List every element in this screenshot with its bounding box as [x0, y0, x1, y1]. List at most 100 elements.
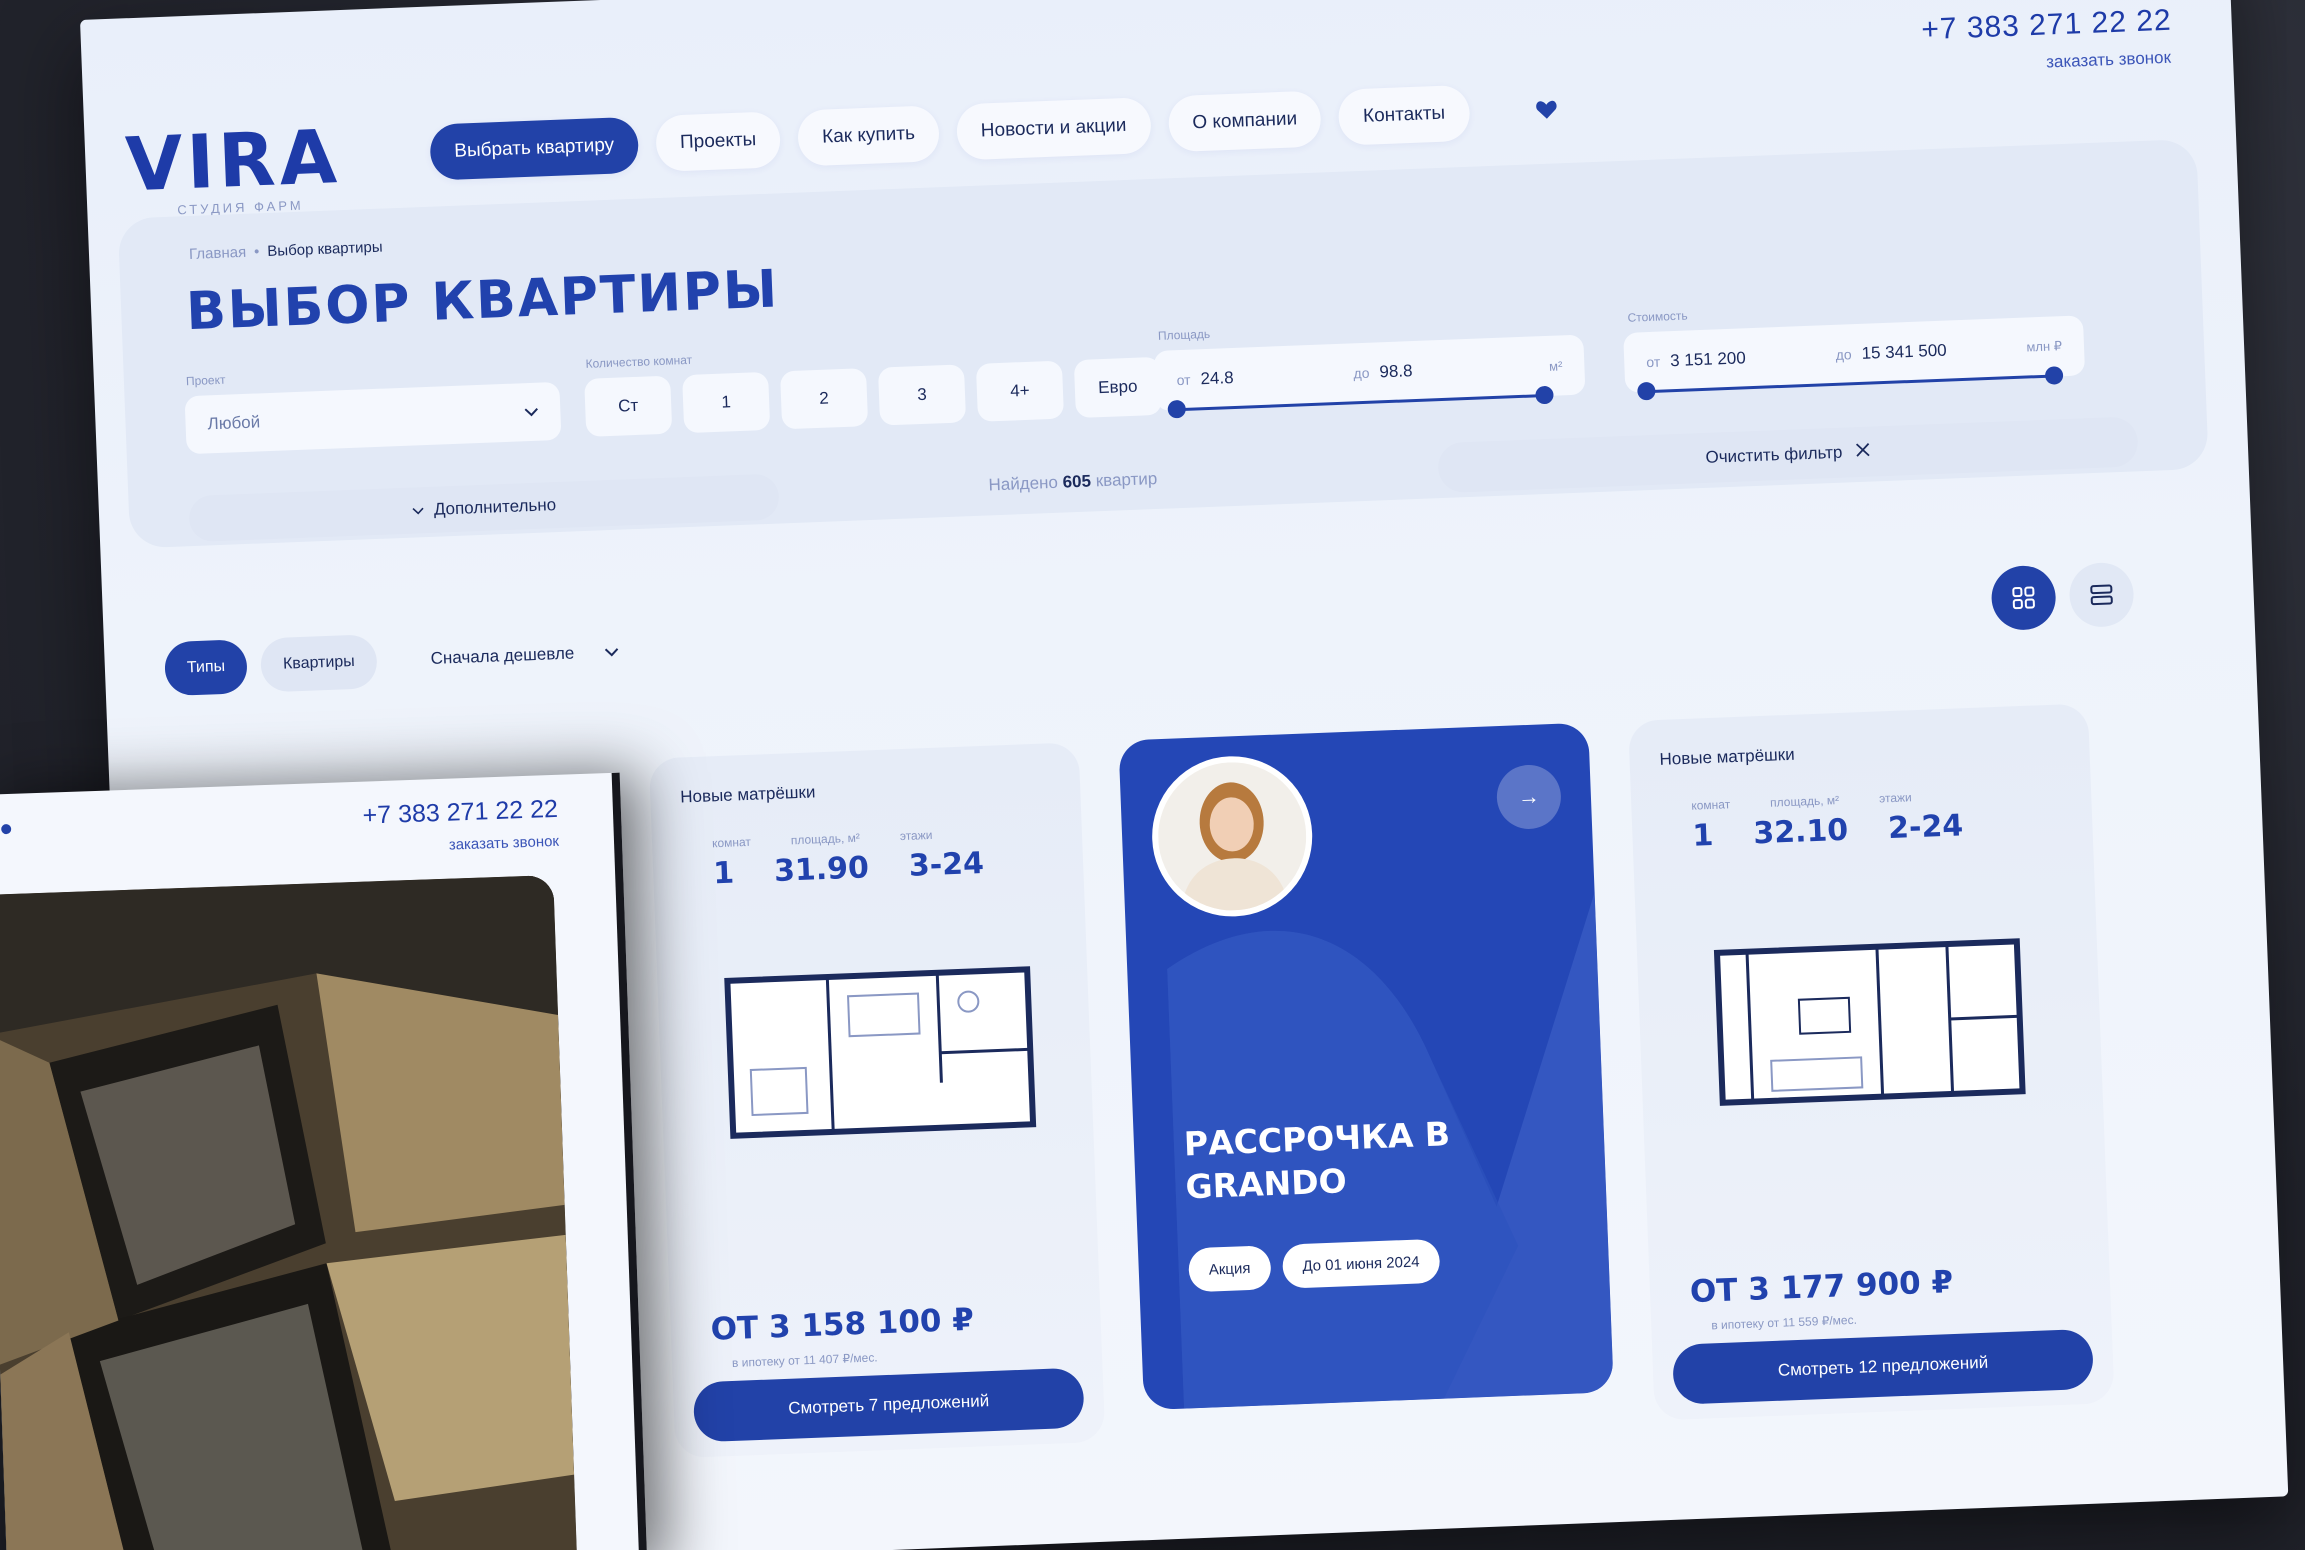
label-floors: этажи [1878, 790, 1912, 806]
nav-news[interactable]: Новости и акции [955, 97, 1152, 161]
chevron-down-icon [604, 642, 619, 663]
breadcrumb: Главная • Выбор квартиры [189, 239, 383, 263]
room-euro[interactable]: Евро [1073, 356, 1162, 419]
found-suffix: квартир [1095, 468, 1158, 491]
price-from-value[interactable]: 3 151 200 [1670, 348, 1746, 371]
logo[interactable]: VIRA СТУДИЯ ФАРМ [123, 114, 343, 219]
card-stat-labels: комнат площадь, м² этажи [1691, 790, 1912, 812]
clear-filter-button[interactable]: Очистить фильтр [1437, 416, 2139, 494]
nav-projects[interactable]: Проекты [654, 111, 782, 172]
overlay-callback-link[interactable]: заказать звонок [448, 833, 559, 854]
price-unit: млн ₽ [2026, 338, 2063, 355]
nav-choose-flat[interactable]: Выбрать квартиру [429, 116, 640, 181]
promo-tag-deadline: До 01 июня 2024 [1281, 1238, 1441, 1289]
area-slider-max-handle[interactable] [1535, 385, 1554, 405]
area-value: 31.90 [773, 850, 870, 889]
breadcrumb-home[interactable]: Главная [189, 244, 247, 263]
label-area: площадь, м² [790, 830, 861, 848]
area-range[interactable]: от 24.8 до 98.8 м² [1153, 334, 1586, 419]
overlay-phone[interactable]: +7 383 271 22 22 [362, 795, 558, 831]
card-stat-values: 1 32.10 2-24 [1692, 808, 1964, 853]
found-number: 605 [1062, 471, 1092, 492]
price-range[interactable]: от 3 151 200 до 15 341 500 млн ₽ [1623, 315, 2086, 401]
area-value: 32.10 [1752, 812, 1849, 852]
view-tabs: Типы Квартиры Сначала дешевле [163, 625, 619, 697]
favorites-heart-icon[interactable] [1526, 90, 1565, 129]
price-slider-track [1637, 366, 2064, 401]
breadcrumb-separator: • [253, 243, 260, 261]
card-stat-labels: комнат площадь, м² этажи [712, 828, 933, 850]
area-label: Площадь [1157, 326, 1211, 343]
logo-wordmark: VIRA [123, 114, 343, 209]
chevron-down-icon [524, 402, 539, 423]
promo-card[interactable]: → РАССРОЧКА В GRANDO Акция До 01 июня 20… [1118, 722, 1614, 1411]
main-nav: Выбрать квартиру Проекты Как купить Ново… [429, 81, 1566, 181]
close-icon [1856, 442, 1871, 463]
floor-plan-image [724, 966, 1037, 1139]
promo-tag-sale: Акция [1187, 1245, 1272, 1293]
room-3[interactable]: 3 [877, 364, 967, 426]
building-photo [0, 875, 579, 1550]
room-1[interactable]: 1 [682, 371, 771, 434]
label-area: площадь, м² [1769, 793, 1840, 810]
layout-toggle [1990, 561, 2135, 632]
nav-how-to-buy[interactable]: Как купить [797, 105, 940, 167]
card-stat-values: 1 31.90 3-24 [713, 846, 985, 891]
chevron-down-icon [412, 500, 425, 520]
room-2[interactable]: 2 [780, 368, 869, 430]
price-slider-max-handle[interactable] [2044, 366, 2064, 385]
floors-value: 2-24 [1887, 808, 1964, 847]
project-label: Проект [185, 372, 226, 389]
card-price: ОТ 3 158 100 ₽ [710, 1301, 975, 1348]
card-price: ОТ 3 177 900 ₽ [1689, 1264, 1954, 1311]
rooms-value: 1 [712, 855, 735, 892]
room-studio[interactable]: Ст [584, 375, 673, 437]
list-view-icon[interactable] [2068, 561, 2135, 629]
extra-filters-toggle[interactable]: Дополнительно [188, 473, 780, 543]
card-title: Новые матрёшки [679, 782, 816, 807]
rooms-value: 1 [1691, 817, 1715, 854]
price-label: Стоимость [1627, 308, 1688, 325]
breadcrumb-current: Выбор квартиры [267, 238, 383, 260]
area-slider-min-handle[interactable] [1167, 399, 1187, 419]
secondary-screen: +7 383 271 22 22 заказать звонок [0, 772, 648, 1550]
filter-panel: Главная • Выбор квартиры ВЫБОР КВАРТИРЫ … [117, 138, 2209, 549]
price-to-prefix: до [1835, 346, 1852, 363]
sort-label: Сначала дешевле [430, 643, 575, 669]
found-count: Найдено 605 квартир [988, 469, 1158, 495]
header-phone[interactable]: +7 383 271 22 22 [1921, 4, 2173, 48]
tab-flats[interactable]: Квартиры [260, 634, 378, 693]
rooms-label: Количество комнат [585, 352, 693, 371]
label-floors: этажи [899, 827, 933, 844]
room-4plus[interactable]: 4+ [975, 360, 1065, 422]
area-unit: м² [1548, 357, 1563, 374]
flat-type-card[interactable]: Новые матрёшки комнат площадь, м² этажи … [648, 742, 1106, 1459]
nav-about[interactable]: О компании [1167, 90, 1323, 153]
project-value: Любой [207, 412, 261, 434]
area-slider-track [1167, 385, 1554, 419]
callback-link[interactable]: заказать звонок [2046, 48, 2172, 73]
area-from-value[interactable]: 24.8 [1200, 368, 1234, 389]
tab-types[interactable]: Типы [163, 639, 249, 697]
view-offers-button[interactable]: Смотреть 12 предложений [1672, 1328, 2095, 1405]
page-title: ВЫБОР КВАРТИРЫ [185, 259, 781, 343]
overlay-dot [1, 823, 12, 835]
card-mortgage: в ипотеку от 11 407 ₽/мес. [731, 1350, 878, 1370]
label-rooms: комнат [1691, 797, 1731, 813]
card-title: Новые матрёшки [1659, 744, 1796, 769]
extra-filters-label: Дополнительно [433, 495, 557, 519]
floor-plan-image [1713, 938, 2026, 1106]
label-rooms: комнат [711, 834, 752, 851]
price-to-value[interactable]: 15 341 500 [1861, 341, 1947, 364]
price-slider-min-handle[interactable] [1637, 381, 1656, 401]
promo-title: РАССРОЧКА В GRANDO [1183, 1114, 1451, 1207]
grid-view-icon[interactable] [1990, 564, 2057, 632]
area-to-value[interactable]: 98.8 [1379, 361, 1413, 382]
area-to-prefix: до [1353, 364, 1370, 382]
view-offers-button[interactable]: Смотреть 7 предложений [692, 1367, 1085, 1443]
sort-select[interactable]: Сначала дешевле [430, 642, 618, 669]
card-mortgage: в ипотеку от 11 559 ₽/мес. [1711, 1312, 1858, 1333]
flat-type-card[interactable]: Новые матрёшки комнат площадь, м² этажи … [1628, 703, 2115, 1421]
project-select[interactable]: Любой [184, 381, 562, 455]
nav-contacts[interactable]: Контакты [1338, 84, 1471, 146]
